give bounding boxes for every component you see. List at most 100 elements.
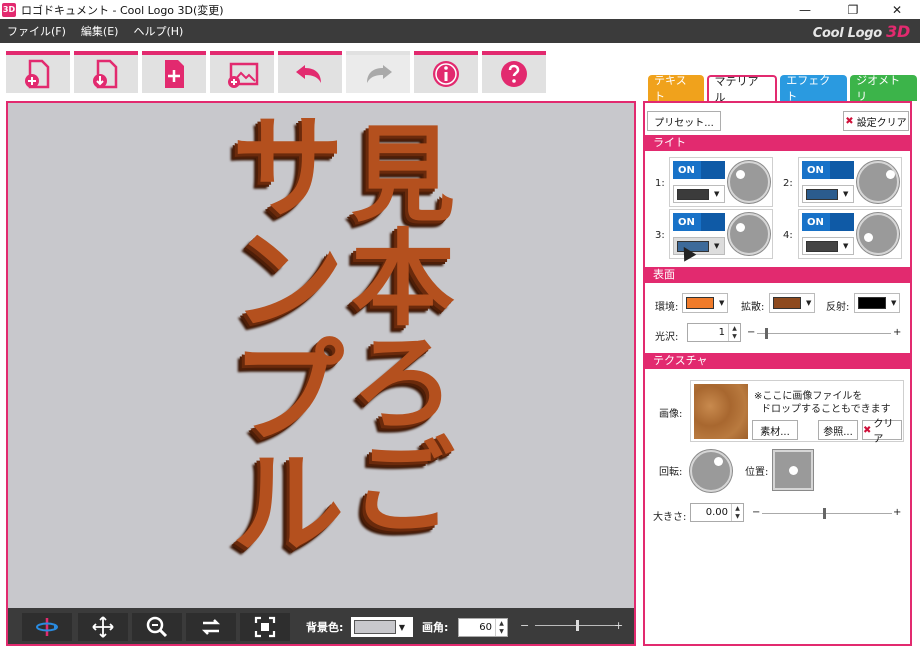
tab-text[interactable]: テキスト xyxy=(648,74,704,103)
light-1-color-dropdown[interactable]: ▼ xyxy=(673,185,725,203)
close-button[interactable]: ✕ xyxy=(874,0,920,19)
gloss-slider-track[interactable] xyxy=(757,333,891,334)
fov-slider-thumb[interactable] xyxy=(576,620,579,631)
logo-char: ご xyxy=(350,426,455,548)
size-stepper[interactable]: 0.00 ▲ ▼ xyxy=(690,503,744,522)
stepper-up-icon[interactable]: ▲ xyxy=(732,325,737,332)
size-value: 0.00 xyxy=(705,507,728,518)
minimize-button[interactable]: — xyxy=(782,0,828,19)
light-2-color-dropdown[interactable]: ▼ xyxy=(802,185,854,203)
clear-settings-label: 設定クリア xyxy=(856,117,907,129)
size-minus[interactable]: − xyxy=(752,507,760,518)
reflect-color-dropdown[interactable]: ▼ xyxy=(854,293,900,313)
zoom-view-button[interactable] xyxy=(132,613,182,641)
swap-arrows-icon xyxy=(201,619,221,635)
help-button[interactable] xyxy=(482,51,546,93)
menu-edit[interactable]: 編集(E) xyxy=(81,23,119,39)
stepper-arrows: ▲ ▼ xyxy=(495,619,507,636)
brand-logo: Cool Logo 3D xyxy=(813,22,911,41)
logo-column-1: サ ン プ ル xyxy=(223,113,353,561)
add-image-icon xyxy=(228,62,259,88)
light-4-toggle[interactable]: ON xyxy=(802,213,854,231)
undo-button[interactable] xyxy=(278,51,342,93)
stepper-down-icon[interactable]: ▼ xyxy=(732,333,737,340)
open-document-button[interactable] xyxy=(74,51,138,93)
undo-icon xyxy=(296,65,321,83)
background-color-swatch xyxy=(354,620,396,634)
gloss-plus[interactable]: + xyxy=(893,327,901,338)
menu-help[interactable]: ヘルプ(H) xyxy=(133,23,183,39)
fov-plus[interactable]: + xyxy=(614,619,623,632)
texture-drop-area[interactable]: ※ここに画像ファイルを ドロップすることもできます 素材... 参照... ✖ … xyxy=(690,380,904,445)
light-3-direction-knob[interactable] xyxy=(728,213,770,255)
tab-geometry[interactable]: ジオメトリ xyxy=(850,74,918,103)
logo-char: サ xyxy=(232,104,344,234)
image-label: 画像: xyxy=(659,409,683,420)
diffuse-color-dropdown[interactable]: ▼ xyxy=(769,293,815,313)
rotate-view-button[interactable] xyxy=(22,613,72,641)
logo-column-2: 見 本 ろ ご xyxy=(343,123,463,539)
light-4-color-dropdown[interactable]: ▼ xyxy=(802,237,854,255)
add-text-button[interactable] xyxy=(142,51,206,93)
add-image-button[interactable] xyxy=(210,51,274,93)
brand-accent: 3D xyxy=(886,22,910,41)
color-swatch xyxy=(858,297,886,309)
viewport-toolbar: 背景色: ▼ 画角: 60 ▲ ▼ − + xyxy=(6,608,636,646)
texture-image xyxy=(694,384,748,439)
rotate-axis-icon xyxy=(36,618,58,636)
reset-view-button[interactable] xyxy=(186,613,236,641)
maximize-button[interactable]: ❐ xyxy=(830,0,876,19)
size-label: 大きさ: xyxy=(653,512,687,523)
menu-file[interactable]: ファイル(F) xyxy=(7,23,66,39)
light-4-direction-knob[interactable] xyxy=(857,213,899,255)
stepper-down-icon[interactable]: ▼ xyxy=(735,513,740,520)
stepper-arrows: ▲ ▼ xyxy=(731,504,743,521)
gloss-slider-thumb[interactable] xyxy=(765,328,768,339)
toggle-label: ON xyxy=(678,216,695,228)
3d-viewport[interactable]: サ ン プ ル 見 本 ろ ご xyxy=(6,101,636,608)
pan-view-button[interactable] xyxy=(78,613,128,641)
gloss-label: 光沢: xyxy=(655,332,679,343)
texture-clear-button[interactable]: ✖ クリア xyxy=(862,419,902,445)
stepper-up-icon[interactable]: ▲ xyxy=(499,620,504,627)
fov-minus[interactable]: − xyxy=(520,619,529,632)
clear-settings-button[interactable]: ✖ 設定クリア xyxy=(843,111,909,131)
drop-hint-line-2: ドロップすることもできます xyxy=(761,404,891,415)
stepper-up-icon[interactable]: ▲ xyxy=(735,505,740,512)
gloss-minus[interactable]: − xyxy=(747,327,755,338)
light-2-direction-knob[interactable] xyxy=(857,161,899,203)
new-document-button[interactable] xyxy=(6,51,70,93)
info-button[interactable] xyxy=(414,51,478,93)
size-plus[interactable]: + xyxy=(893,507,901,518)
ambient-label: 環境: xyxy=(655,302,679,313)
preset-button[interactable]: プリセット... xyxy=(647,111,721,131)
title-bar: 3D ロゴドキュメント - Cool Logo 3D(変更) — ❐ ✕ xyxy=(0,0,920,19)
material-library-button[interactable]: 素材... xyxy=(752,420,798,440)
light-1-toggle[interactable]: ON xyxy=(673,161,725,179)
fov-stepper[interactable]: 60 ▲ ▼ xyxy=(458,618,508,637)
light-3-toggle[interactable]: ON xyxy=(673,213,725,231)
chevron-down-icon: ▼ xyxy=(891,299,897,307)
chevron-down-icon: ▼ xyxy=(719,299,725,307)
size-slider-thumb[interactable] xyxy=(823,508,826,519)
light-4-label: 4: xyxy=(783,230,793,241)
background-color-dropdown[interactable]: ▼ xyxy=(351,617,413,637)
gloss-stepper[interactable]: 1 ▲ ▼ xyxy=(687,323,741,342)
light-4-box: ON ▼ xyxy=(798,209,902,259)
ambient-color-dropdown[interactable]: ▼ xyxy=(682,293,728,313)
diffuse-label: 拡散: xyxy=(741,302,765,313)
size-slider-track[interactable] xyxy=(762,513,892,514)
stepper-arrows: ▲ ▼ xyxy=(728,324,740,341)
light-1-direction-knob[interactable] xyxy=(728,161,770,203)
texture-position-pad[interactable] xyxy=(773,450,813,490)
tab-material[interactable]: マテリアル xyxy=(706,75,778,104)
chevron-down-icon: ▼ xyxy=(843,190,849,198)
tab-effect[interactable]: エフェクト xyxy=(780,74,848,103)
stepper-down-icon[interactable]: ▼ xyxy=(499,628,504,635)
redo-button[interactable] xyxy=(346,51,410,93)
texture-rotate-knob[interactable] xyxy=(690,450,732,492)
light-2-toggle[interactable]: ON xyxy=(802,161,854,179)
color-swatch xyxy=(806,188,838,200)
fit-view-button[interactable] xyxy=(240,613,290,641)
browse-button[interactable]: 参照... xyxy=(818,420,858,440)
